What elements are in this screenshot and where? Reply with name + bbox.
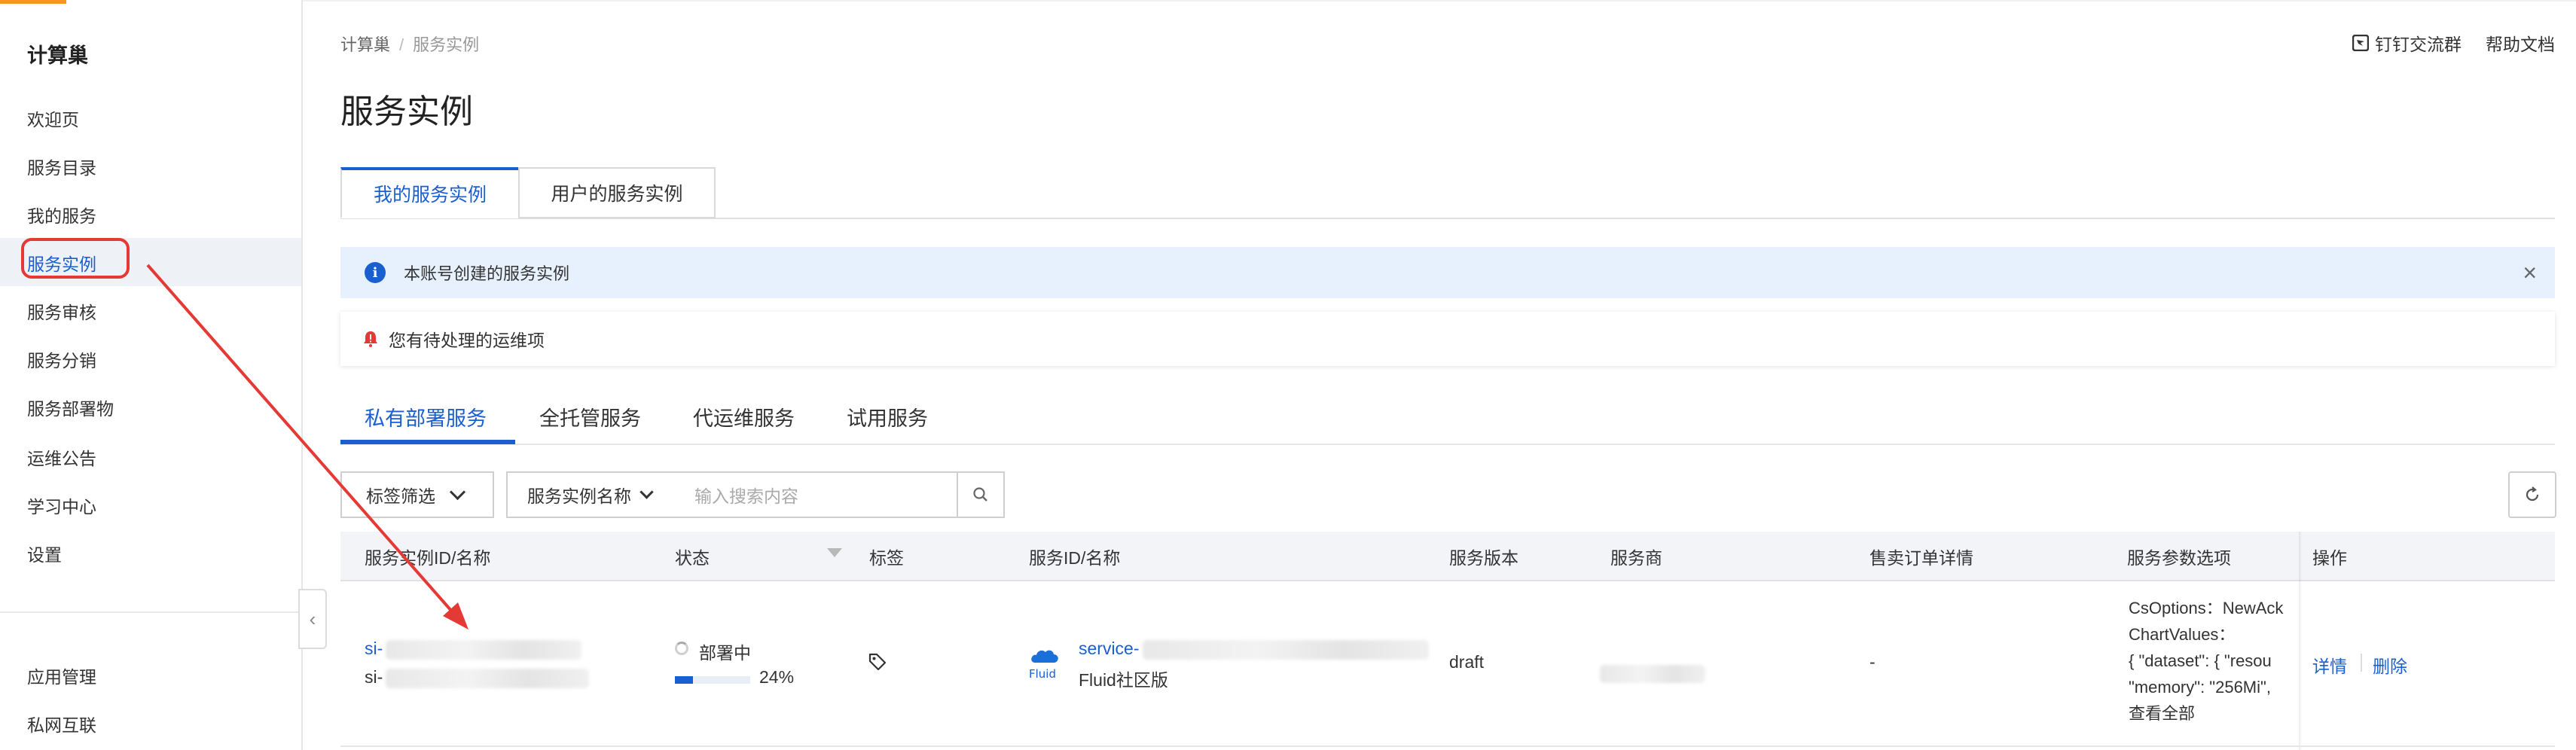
search-field-select[interactable]: 服务实例名称 [506,471,675,518]
service-id-link[interactable]: service- [1079,639,1429,660]
dingtalk-group-link[interactable]: 钉钉交流群 [2352,30,2462,56]
breadcrumb-separator: / [399,35,404,54]
column-header-status[interactable]: 状态 [675,544,710,569]
tab-user-instances[interactable]: 用户的服务实例 [518,167,716,218]
instance-name: si- [365,667,590,688]
bell-alert-icon [364,331,377,347]
fluid-logo-text: Fluid [1029,667,1056,681]
sidebar-item-service-catalog[interactable]: 服务目录 [27,154,96,179]
row-divider [340,745,2555,747]
chevron-down-icon [639,484,654,499]
action-separator [2361,654,2362,672]
column-header-provider[interactable]: 服务商 [1610,544,1662,569]
loading-spinner-icon [675,642,688,655]
chevron-left-icon: ‹ [309,607,316,630]
dingtalk-icon [2352,35,2369,51]
help-docs-link[interactable]: 帮助文档 [2486,30,2555,56]
instance-name-text: si- [365,667,383,687]
param-line: { "dataset": { "resou [2129,651,2272,670]
subtab-trial[interactable]: 试用服务 [847,402,928,431]
column-header-order[interactable]: 售卖订单详情 [1869,544,1973,569]
redacted-name [386,668,590,688]
search-field-label: 服务实例名称 [527,486,631,506]
sidebar-item-settings[interactable]: 设置 [27,541,62,566]
sidebar-item-service-review[interactable]: 服务审核 [27,298,96,324]
sidebar-item-service-distribution[interactable]: 服务分销 [27,346,96,372]
column-header-params[interactable]: 服务参数选项 [2127,544,2231,569]
tag-icon[interactable] [868,652,887,672]
status-text: 部署中 [699,643,751,663]
instance-id-link[interactable]: si- [365,639,582,660]
refresh-button[interactable] [2508,471,2556,518]
instance-id-text: si- [365,639,383,658]
sidebar-item-private-network[interactable]: 私网互联 [27,711,96,736]
info-banner-text: 本账号创建的服务实例 [404,264,570,283]
top-border [0,0,2576,2]
app-title: 计算巢 [27,44,88,67]
param-line: "memory": "256Mi", [2129,678,2271,697]
progress-percent: 24% [759,667,795,687]
tag-filter-label: 标签筛选 [366,486,435,506]
column-header-actions: 操作 [2312,548,2347,568]
subtab-fully-managed[interactable]: 全托管服务 [539,402,641,431]
sidebar-item-welcome[interactable]: 欢迎页 [27,105,79,131]
filter-icon[interactable] [827,548,842,557]
page-title: 服务实例 [340,93,473,130]
breadcrumb-root[interactable]: 计算巢 [340,35,390,54]
pending-ops-banner[interactable]: 您有待处理的运维项 [340,312,2555,366]
delete-link[interactable]: 删除 [2373,652,2407,678]
search-input[interactable]: 输入搜索内容 [673,471,958,518]
annotation-highlight-ring [21,238,130,279]
column-header-service[interactable]: 服务ID/名称 [1029,544,1120,569]
redacted-id [386,639,582,660]
service-version: draft [1449,652,1485,672]
brand-accent-bar [0,0,66,4]
service-provider [1600,663,1705,683]
view-all-params-link[interactable]: 查看全部 [2129,700,2302,727]
info-icon: i [365,262,386,283]
tag-filter-dropdown[interactable]: 标签筛选 [340,471,494,518]
sidebar-item-app-management[interactable]: 应用管理 [27,663,96,688]
deploy-progress-fill [675,676,693,684]
close-icon[interactable]: × [2523,259,2537,287]
param-line: CsOptions：NewAck [2129,599,2284,617]
sidebar-divider [0,611,301,613]
column-header-version[interactable]: 服务版本 [1449,544,1518,569]
fluid-logo-icon: Fluid [1029,650,1058,681]
refresh-icon [2526,486,2539,502]
info-banner: i 本账号创建的服务实例 × [340,247,2555,298]
column-header-tags[interactable]: 标签 [869,544,904,569]
param-line: ChartValues： [2129,625,2236,644]
search-button[interactable] [957,471,1005,518]
detail-link[interactable]: 详情 [2312,652,2347,678]
chevron-down-icon [449,483,466,500]
service-name: Fluid社区版 [1079,670,1168,690]
tab-my-instances[interactable]: 我的服务实例 [340,167,520,218]
subtab-managed-ops[interactable]: 代运维服务 [693,402,795,431]
redacted-provider [1600,664,1705,683]
sidebar-item-my-services[interactable]: 我的服务 [27,202,96,227]
dingtalk-group-label: 钉钉交流群 [2375,35,2462,54]
subtabs-baseline [340,444,2555,445]
column-header-instance[interactable]: 服务实例ID/名称 [365,544,490,569]
header-links: 钉钉交流群 帮助文档 [2352,30,2555,56]
breadcrumb: 计算巢 / 服务实例 [340,32,479,56]
service-id-text: service- [1079,639,1140,658]
subtab-active-indicator [340,440,515,444]
subtab-private-deploy[interactable]: 私有部署服务 [365,402,487,431]
sidebar-collapse-button[interactable]: ‹ [298,589,327,649]
sidebar-item-ops-announcements[interactable]: 运维公告 [27,444,96,470]
service-params: CsOptions：NewAck ChartValues： { "dataset… [2129,595,2302,738]
order-detail: - [1869,652,1876,672]
sidebar-item-learning-center[interactable]: 学习中心 [27,492,96,518]
redacted-service-id [1142,639,1429,660]
search-icon [973,487,987,502]
pending-ops-text: 您有待处理的运维项 [389,331,545,350]
sidebar-item-service-artifacts[interactable]: 服务部署物 [27,395,114,420]
breadcrumb-current: 服务实例 [413,35,480,54]
